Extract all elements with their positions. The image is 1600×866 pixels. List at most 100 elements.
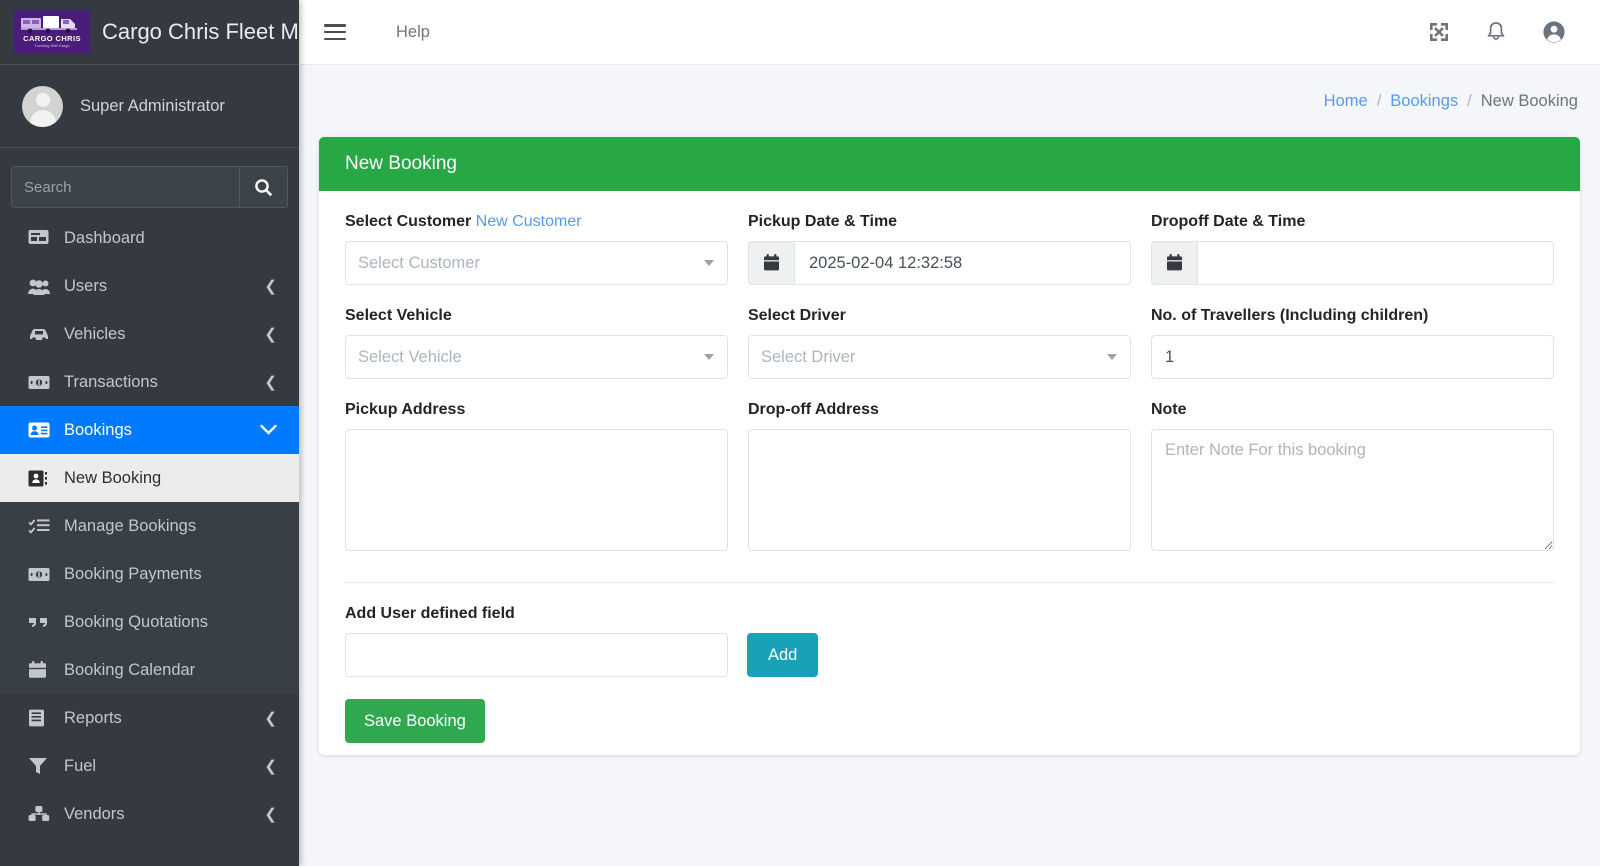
truck-icon bbox=[21, 16, 77, 34]
calendar-icon[interactable] bbox=[1150, 241, 1198, 285]
pickup-datetime-label: Pickup Date & Time bbox=[747, 213, 898, 230]
user-avatar-icon bbox=[22, 85, 63, 127]
sidebar-item-manage-bookings[interactable]: Manage Bookings bbox=[0, 502, 299, 550]
sidebar-item-reports[interactable]: Reports ❮ bbox=[0, 694, 299, 742]
select-driver-placeholder: Select Driver bbox=[760, 347, 856, 366]
select-vehicle-dropdown[interactable]: Select Vehicle bbox=[345, 335, 728, 379]
field-travellers: No. of Travellers (Including children) bbox=[1150, 307, 1554, 379]
dropoff-datetime-label: Dropoff Date & Time bbox=[1150, 213, 1306, 230]
chevron-left-icon: ❮ bbox=[264, 806, 277, 823]
sidebar-item-vehicles[interactable]: Vehicles ❮ bbox=[0, 310, 299, 358]
chevron-down-icon bbox=[703, 260, 714, 266]
sidebar-user-block[interactable]: Super Administrator bbox=[0, 65, 299, 148]
breadcrumb-home[interactable]: Home bbox=[1324, 92, 1368, 111]
pickup-address-label: Pickup Address bbox=[345, 401, 466, 418]
new-customer-link[interactable]: New Customer bbox=[476, 213, 582, 230]
calendar-icon bbox=[28, 661, 58, 679]
select-driver-dropdown[interactable]: Select Driver bbox=[747, 335, 1131, 379]
field-select-driver: Select Driver Select Driver bbox=[747, 307, 1151, 379]
funnel-icon bbox=[28, 757, 58, 775]
sidebar-item-label: Vehicles bbox=[64, 324, 126, 343]
main-content: Home / Bookings / New Booking New Bookin… bbox=[299, 65, 1600, 866]
search-button[interactable] bbox=[239, 166, 288, 208]
fullscreen-expand-icon[interactable] bbox=[1428, 21, 1450, 43]
pickup-datetime-input[interactable] bbox=[794, 241, 1131, 285]
sidebar-nav: Dashboard Users ❮ Vehicles ❮ Transaction… bbox=[0, 214, 299, 838]
chevron-down-icon bbox=[260, 424, 277, 436]
sidebar-item-label: New Booking bbox=[64, 468, 162, 487]
dropoff-datetime-input[interactable] bbox=[1197, 241, 1554, 285]
brand-header[interactable]: CARGO CHRIS Trucking Wet Cargo Cargo Chr… bbox=[0, 0, 299, 65]
sidebar-item-label: Fuel bbox=[64, 756, 97, 775]
sidebar-item-transactions[interactable]: Transactions ❮ bbox=[0, 358, 299, 406]
add-field-button[interactable]: Add bbox=[747, 633, 819, 677]
book-icon bbox=[28, 709, 58, 727]
breadcrumb: Home / Bookings / New Booking bbox=[299, 65, 1600, 137]
sidebar-item-booking-calendar[interactable]: Booking Calendar bbox=[0, 646, 299, 694]
user-account-icon[interactable] bbox=[1542, 20, 1566, 44]
brand-title: Cargo Chris Fleet Management bbox=[102, 19, 299, 44]
travellers-input[interactable] bbox=[1150, 335, 1554, 379]
task-list-icon bbox=[28, 518, 58, 534]
sidebar-item-users[interactable]: Users ❮ bbox=[0, 262, 299, 310]
form-row-1: Select Customer New Customer Select Cust… bbox=[345, 213, 1554, 285]
field-pickup-address: Pickup Address bbox=[345, 401, 748, 556]
dashboard-icon bbox=[28, 229, 58, 247]
breadcrumb-bookings[interactable]: Bookings bbox=[1390, 92, 1458, 111]
address-book-icon bbox=[28, 470, 58, 487]
select-customer-label: Select Customer New Customer bbox=[345, 213, 728, 231]
sidebar-item-booking-quotations[interactable]: Booking Quotations bbox=[0, 598, 299, 646]
sidebar-item-fuel[interactable]: Fuel ❮ bbox=[0, 742, 299, 790]
user-defined-field-input[interactable] bbox=[345, 633, 728, 677]
sidebar-item-vendors[interactable]: Vendors ❮ bbox=[0, 790, 299, 838]
id-card-icon bbox=[28, 422, 58, 438]
user-defined-field-section: Add User defined field Add Save Booking bbox=[345, 605, 1554, 743]
top-header: Help bbox=[299, 0, 1600, 65]
car-icon bbox=[28, 326, 58, 342]
hamburger-icon[interactable] bbox=[324, 24, 346, 40]
sidebar-search bbox=[11, 166, 288, 208]
user-defined-field-label: Add User defined field bbox=[345, 605, 515, 622]
help-link[interactable]: Help bbox=[396, 23, 430, 42]
sidebar-item-label: Vendors bbox=[64, 804, 125, 823]
sidebar-item-label: Dashboard bbox=[64, 228, 145, 247]
section-divider bbox=[345, 582, 1554, 583]
select-customer-dropdown[interactable]: Select Customer bbox=[345, 241, 728, 285]
bell-notification-icon[interactable] bbox=[1486, 21, 1506, 43]
sidebar-item-bookings[interactable]: Bookings bbox=[0, 406, 299, 454]
dropoff-address-label: Drop-off Address bbox=[747, 401, 879, 418]
field-note: Note bbox=[1150, 401, 1554, 556]
select-customer-placeholder: Select Customer bbox=[358, 253, 480, 272]
field-dropoff-address: Drop-off Address bbox=[747, 401, 1151, 556]
sidebar-item-booking-payments[interactable]: Booking Payments bbox=[0, 550, 299, 598]
pickup-address-textarea[interactable] bbox=[345, 429, 728, 551]
form-row-2: Select Vehicle Select Vehicle Select Dri… bbox=[345, 307, 1554, 379]
brand-logo-name: CARGO CHRIS bbox=[23, 34, 81, 43]
save-booking-button[interactable]: Save Booking bbox=[345, 699, 485, 743]
money-bill-icon bbox=[28, 375, 58, 390]
breadcrumb-separator: / bbox=[1467, 91, 1472, 110]
search-input[interactable] bbox=[11, 166, 239, 208]
chevron-left-icon: ❮ bbox=[264, 374, 277, 391]
brand-logo: CARGO CHRIS Trucking Wet Cargo bbox=[14, 10, 90, 54]
select-driver-label: Select Driver bbox=[747, 307, 846, 324]
sidebar-item-label: Booking Quotations bbox=[64, 612, 209, 631]
row-spacer bbox=[345, 379, 1554, 401]
sidebar-item-label: Reports bbox=[64, 708, 122, 727]
header-icon-group bbox=[1392, 20, 1600, 44]
card-title: New Booking bbox=[319, 137, 1580, 191]
sidebar-item-dashboard[interactable]: Dashboard bbox=[0, 214, 299, 262]
sidebar: CARGO CHRIS Trucking Wet Cargo Cargo Chr… bbox=[0, 0, 299, 866]
note-textarea[interactable] bbox=[1150, 429, 1554, 551]
field-select-vehicle: Select Vehicle Select Vehicle bbox=[345, 307, 748, 379]
user-defined-field-row: Add bbox=[345, 633, 1554, 677]
search-icon bbox=[255, 178, 273, 196]
note-label: Note bbox=[1150, 401, 1187, 418]
chevron-left-icon: ❮ bbox=[264, 326, 277, 343]
sidebar-item-label: Bookings bbox=[64, 420, 132, 439]
calendar-icon[interactable] bbox=[747, 241, 795, 285]
dropoff-address-textarea[interactable] bbox=[747, 429, 1131, 551]
sidebar-item-new-booking[interactable]: New Booking bbox=[0, 454, 299, 502]
new-booking-card: New Booking Select Customer New Customer… bbox=[319, 137, 1580, 755]
vendors-icon bbox=[28, 805, 58, 823]
